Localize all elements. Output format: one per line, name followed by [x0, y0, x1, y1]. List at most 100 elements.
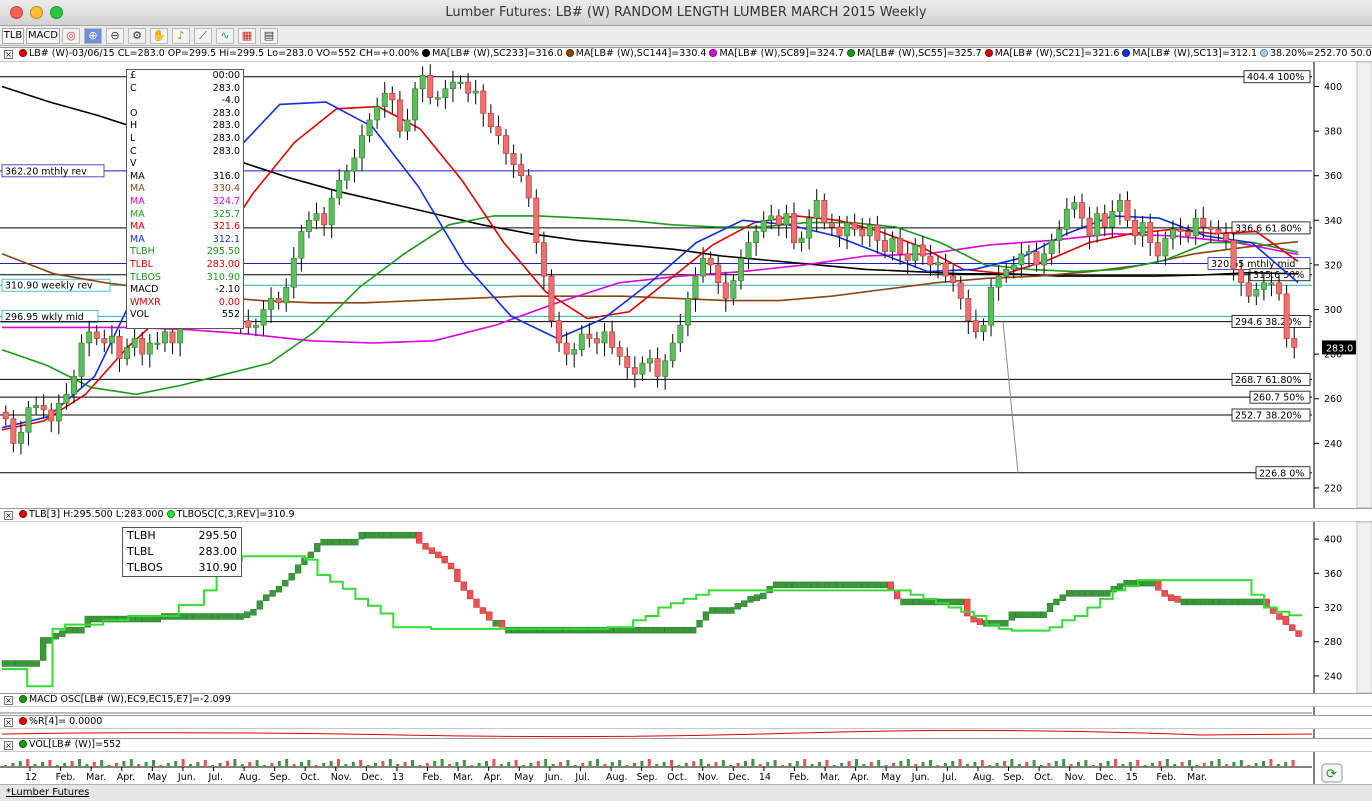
volume-bar [218, 763, 222, 766]
right-scroll-strip [1356, 62, 1372, 508]
candle-body [2, 411, 9, 420]
tlb-data-box: TLBH 295.50 TLBL 283.00 TLBOS 310.90 [122, 527, 242, 577]
volume-bar [1047, 763, 1051, 766]
x-tick-label: Jun. [177, 772, 196, 783]
tlb-brick [460, 581, 467, 591]
close-panel-icon[interactable]: × [4, 718, 13, 727]
zoom-in-icon[interactable]: ⊕ [84, 28, 102, 44]
volume-bar [744, 761, 747, 766]
volume-bar [803, 759, 807, 766]
tlb-brick [384, 532, 391, 539]
chart-icon[interactable]: ▦ [238, 28, 256, 44]
y-tick-label: 360 [1324, 171, 1342, 182]
x-tick-label: Jul. [207, 772, 222, 783]
candle-body [662, 360, 669, 377]
volume-bar [536, 761, 540, 766]
tlb-brick [702, 611, 710, 621]
gear-icon[interactable]: ⚙ [128, 28, 146, 44]
candle-body [510, 153, 517, 165]
candle-body [336, 179, 343, 199]
volume-bar [677, 765, 681, 766]
price-panel-header: × LB# (W)-03/06/15 CL=283.0 OP=299.5 Hi=2… [0, 47, 1372, 62]
wave-icon[interactable]: ∿ [216, 28, 234, 44]
volume-bar [1195, 765, 1199, 766]
volume-bar [825, 760, 829, 766]
candle-body [609, 331, 616, 348]
volume-bar [1284, 762, 1288, 766]
vol-header-text: VOL[LB# (W)]=552 [29, 739, 122, 750]
tlb-brick [1238, 598, 1245, 606]
data-window-row: C 283.0 [130, 146, 240, 159]
tlb-brick [358, 532, 365, 540]
tlb-brick [1187, 598, 1194, 606]
volume-bar [692, 761, 696, 766]
tlb-brick [1008, 611, 1015, 621]
x-tick-label: Feb. [789, 772, 809, 783]
candle-body [101, 338, 108, 344]
data-row-value: 283.0 [212, 82, 240, 94]
candle-body [169, 331, 176, 344]
data-row-label: TLBOS [130, 271, 161, 283]
tlb-brick [288, 573, 295, 581]
volume-bar [485, 761, 488, 766]
tlb-brick [224, 613, 232, 620]
tlb-brick [709, 607, 716, 614]
candle-body [525, 175, 532, 199]
x-tick-label: Dec. [361, 772, 382, 783]
tlb-brick [1116, 583, 1124, 590]
candle-body [601, 331, 608, 344]
volume-bar [107, 765, 111, 766]
hand-icon[interactable]: ✋ [150, 28, 168, 44]
close-panel-icon[interactable]: × [4, 511, 13, 520]
price-level-label: 268.7 61.80% [1235, 375, 1301, 386]
volume-bar [277, 761, 281, 766]
line-draw-icon[interactable]: ⟋ [194, 28, 212, 44]
tlb-brick [1091, 590, 1098, 597]
volume-bar [1217, 759, 1221, 766]
candle-body [17, 431, 24, 444]
zoom-out-icon[interactable]: ⊖ [106, 28, 124, 44]
bell-icon[interactable]: ♪ [172, 28, 190, 44]
volume-bar [92, 762, 96, 766]
tlb-brick [40, 637, 47, 661]
tlb-row-label: TLBH [127, 529, 156, 542]
close-panel-icon[interactable]: × [4, 50, 13, 59]
tlb-button[interactable]: TLB [2, 28, 24, 44]
data-row-label: O [130, 107, 138, 119]
data-window-row: TLBOS 310.90 [130, 272, 240, 285]
target-icon[interactable]: ◎ [62, 28, 80, 44]
volume-bar [1180, 762, 1184, 766]
data-row-value: 00:00 [212, 70, 240, 81]
ma-legend-item: MA[LB# (W),SC55]=325.7 [857, 48, 982, 59]
tlb-brick [1046, 603, 1054, 612]
data-row-value: 295.50 [206, 246, 240, 258]
tlb-brick [1097, 590, 1105, 597]
tlb-brick [1250, 598, 1258, 606]
data-row-value: 283.0 [212, 145, 240, 157]
x-tick-label: 15 [1126, 772, 1138, 783]
data-window-row: L 283.0 [130, 133, 240, 146]
tlb-brick [1002, 620, 1009, 627]
macd-button[interactable]: MACD [26, 28, 60, 44]
close-panel-icon[interactable]: × [4, 696, 13, 705]
tlb-brick [377, 532, 385, 539]
ma-legend: MA[LB# (W),SC233]=316.0 MA[LB# (W),SC144]… [419, 48, 1257, 59]
grid-icon[interactable]: ▤ [260, 28, 278, 44]
tlb-brick [1180, 598, 1187, 606]
toolbar: TLB MACD ◎ ⊕ ⊖ ⚙ ✋ ♪ ⟋ ∿ ▦ ▤ [0, 26, 1372, 46]
window-title: Lumber Futures: LB# (W) RANDOM LENGTH LU… [445, 5, 927, 20]
tlb-y-tick-label: 320 [1324, 603, 1342, 614]
candle-body [540, 242, 547, 277]
document-tab[interactable]: *Lumber Futures [6, 787, 89, 798]
volume-bar [862, 764, 866, 766]
tlb-brick [71, 626, 79, 634]
close-panel-icon[interactable]: × [4, 741, 13, 750]
macd-header-text: MACD OSC[LB# (W),EC9,EC15,E7]=-2.099 [29, 694, 231, 705]
volume-bar [529, 763, 533, 766]
x-tick-label: Mar. [820, 772, 840, 783]
tlb-brick [218, 613, 225, 620]
tlb-brick [1225, 598, 1232, 606]
data-row-value: 325.7 [212, 208, 240, 220]
volume-bar [1106, 761, 1110, 766]
candle-body [571, 349, 578, 355]
